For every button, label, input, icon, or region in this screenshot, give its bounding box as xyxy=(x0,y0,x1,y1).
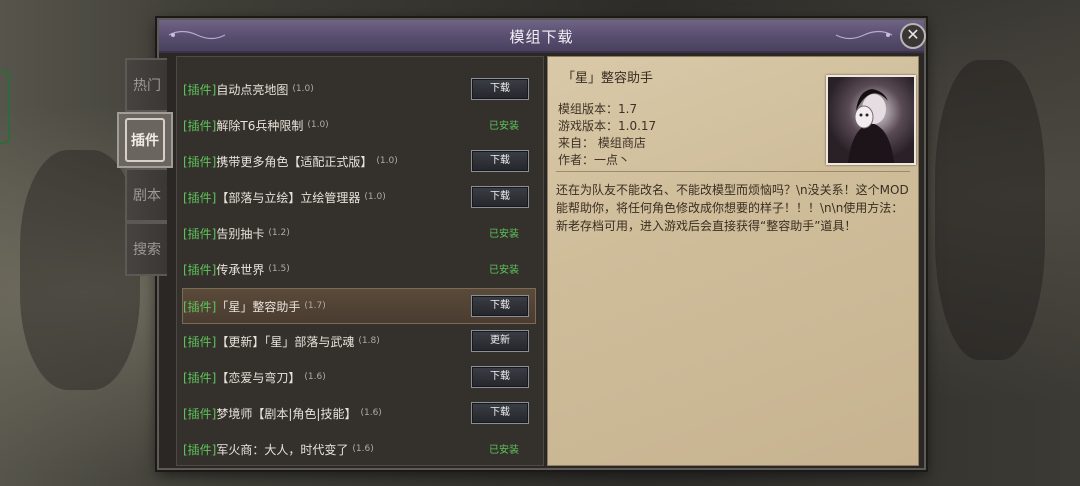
tab-label: 搜索 xyxy=(133,242,161,258)
mod-tag: [插件] xyxy=(183,334,217,349)
mod-list[interactable]: [插件] 自动点亮地图 (1.0) 下载 [插件] 解除T6兵种限制 (1.0) 已安装… xyxy=(176,56,544,466)
installed-status: 已安装 xyxy=(489,445,519,456)
list-item[interactable]: [插件] 解除T6兵种限制 (1.0) 已安装 xyxy=(183,108,535,142)
mod-name: 告别抽卡 xyxy=(216,226,265,241)
divider xyxy=(556,171,910,172)
mod-version: (1.6) xyxy=(304,372,326,382)
tab-hot[interactable]: 热门 xyxy=(125,58,167,112)
detail-description: 还在为队友不能改名、不能改模型而烦恼吗？\n没关系！这个MOD能帮助你，将任何角… xyxy=(556,183,909,233)
mod-version: (1.2) xyxy=(268,228,290,238)
side-handle[interactable] xyxy=(0,70,10,144)
mod-version: (1.6) xyxy=(352,444,374,454)
portrait-icon xyxy=(848,89,894,163)
list-item-selected[interactable]: [插件] 「星」整容助手 (1.7) 下载 xyxy=(182,288,536,324)
mod-preview-image xyxy=(826,75,916,165)
list-item[interactable]: [插件] 传承世界 (1.5) 已安装 xyxy=(183,252,535,286)
tab-scripts[interactable]: 剧本 xyxy=(125,168,167,222)
mod-name: 梦境师【剧本|角色|技能】 xyxy=(216,406,357,421)
mod-version: (1.0) xyxy=(376,156,398,166)
detail-game-version: 游戏版本：1.0.17 xyxy=(558,119,657,133)
list-item[interactable]: [插件] 军火商：大人，时代变了 (1.6) 已安装 xyxy=(183,432,535,465)
mod-tag: [插件] xyxy=(183,406,217,421)
mod-version: (1.0) xyxy=(364,192,386,202)
mod-name: 传承世界 xyxy=(216,262,265,277)
mod-tag: [插件] xyxy=(183,370,217,385)
ornament-icon xyxy=(835,30,893,40)
background-figure xyxy=(20,150,140,390)
mod-tag: [插件] xyxy=(183,226,217,241)
dialog-titlebar: 模组下载 ✕ xyxy=(159,20,926,53)
mod-tag: [插件] xyxy=(183,299,217,314)
mod-name: 携带更多角色【适配正式版】 xyxy=(216,154,373,169)
list-item[interactable]: [插件] 告别抽卡 (1.2) 已安装 xyxy=(183,216,535,250)
mod-name: 「星」整容助手 xyxy=(216,299,301,314)
detail-title: 「星」整容助手 xyxy=(562,71,654,86)
list-item[interactable]: [插件] 【恋爱与弯刀】 (1.6) 下载 xyxy=(183,360,535,394)
installed-status: 已安装 xyxy=(489,121,519,132)
list-item[interactable]: [插件] 【更新】「星」部落与武魂 (1.8) 更新 xyxy=(183,324,535,358)
mod-download-dialog: 模组下载 ✕ 热门 插件 剧本 搜索 [插件] 自动点亮地图 (1.0) 下载 [插… xyxy=(117,18,926,470)
detail-author: 作者：一点丶 xyxy=(558,153,631,167)
mod-name: 【恋爱与弯刀】 xyxy=(216,370,301,385)
detail-source: 来自： 模组商店 xyxy=(558,136,646,150)
mod-detail-panel: 「星」整容助手 模组版本：1.7 游戏版本：1.0.17 来自： 模组商店 作者… xyxy=(547,56,919,466)
installed-status: 已安装 xyxy=(489,229,519,240)
tab-label: 热门 xyxy=(133,78,161,94)
tab-search[interactable]: 搜索 xyxy=(125,222,167,276)
mod-version: (1.5) xyxy=(268,264,290,274)
download-button[interactable]: 下载 xyxy=(471,402,529,424)
download-button[interactable]: 下载 xyxy=(471,150,529,172)
mod-name: 【更新】「星」部落与武魂 xyxy=(216,334,355,349)
download-button[interactable]: 下载 xyxy=(471,366,529,388)
list-item[interactable]: [插件] 梦境师【剧本|角色|技能】 (1.6) 下载 xyxy=(183,396,535,430)
mod-version: (1.0) xyxy=(307,120,329,130)
background-figure xyxy=(935,60,1045,360)
list-item[interactable]: [插件] 携带更多角色【适配正式版】 (1.0) 下载 xyxy=(183,144,535,178)
tab-label: 插件 xyxy=(125,118,165,162)
mod-tag: [插件] xyxy=(183,442,217,457)
mod-name: 军火商：大人，时代变了 xyxy=(216,442,349,457)
download-button[interactable]: 下载 xyxy=(471,186,529,208)
mod-name: 自动点亮地图 xyxy=(216,82,289,97)
detail-mod-version: 模组版本：1.7 xyxy=(558,102,638,116)
mod-tag: [插件] xyxy=(183,82,217,97)
mod-tag: [插件] xyxy=(183,262,217,277)
mod-name: 解除T6兵种限制 xyxy=(216,118,304,133)
tab-label: 剧本 xyxy=(133,188,161,204)
mod-version: (1.7) xyxy=(304,301,326,311)
list-item[interactable]: [插件] 【部落与立绘】立绘管理器 (1.0) 下载 xyxy=(183,180,535,214)
update-button[interactable]: 更新 xyxy=(471,330,529,352)
mod-version: (1.0) xyxy=(292,84,314,94)
download-button[interactable]: 下载 xyxy=(471,78,529,100)
mod-name: 【部落与立绘】立绘管理器 xyxy=(216,190,361,205)
download-button[interactable]: 下载 xyxy=(471,295,529,317)
mod-version: (1.8) xyxy=(358,336,380,346)
list-item[interactable]: [插件] 自动点亮地图 (1.0) 下载 xyxy=(183,72,535,106)
mod-version: (1.6) xyxy=(360,408,382,418)
dialog-title: 模组下载 xyxy=(509,28,574,46)
detail-meta: 模组版本：1.7 游戏版本：1.0.17 来自： 模组商店 作者：一点丶 xyxy=(558,101,656,169)
mod-tag: [插件] xyxy=(183,154,217,169)
mod-tag: [插件] xyxy=(183,190,217,205)
installed-status: 已安装 xyxy=(489,265,519,276)
mod-tag: [插件] xyxy=(183,118,217,133)
tab-plugins[interactable]: 插件 xyxy=(117,112,173,168)
close-button[interactable]: ✕ xyxy=(900,23,926,49)
